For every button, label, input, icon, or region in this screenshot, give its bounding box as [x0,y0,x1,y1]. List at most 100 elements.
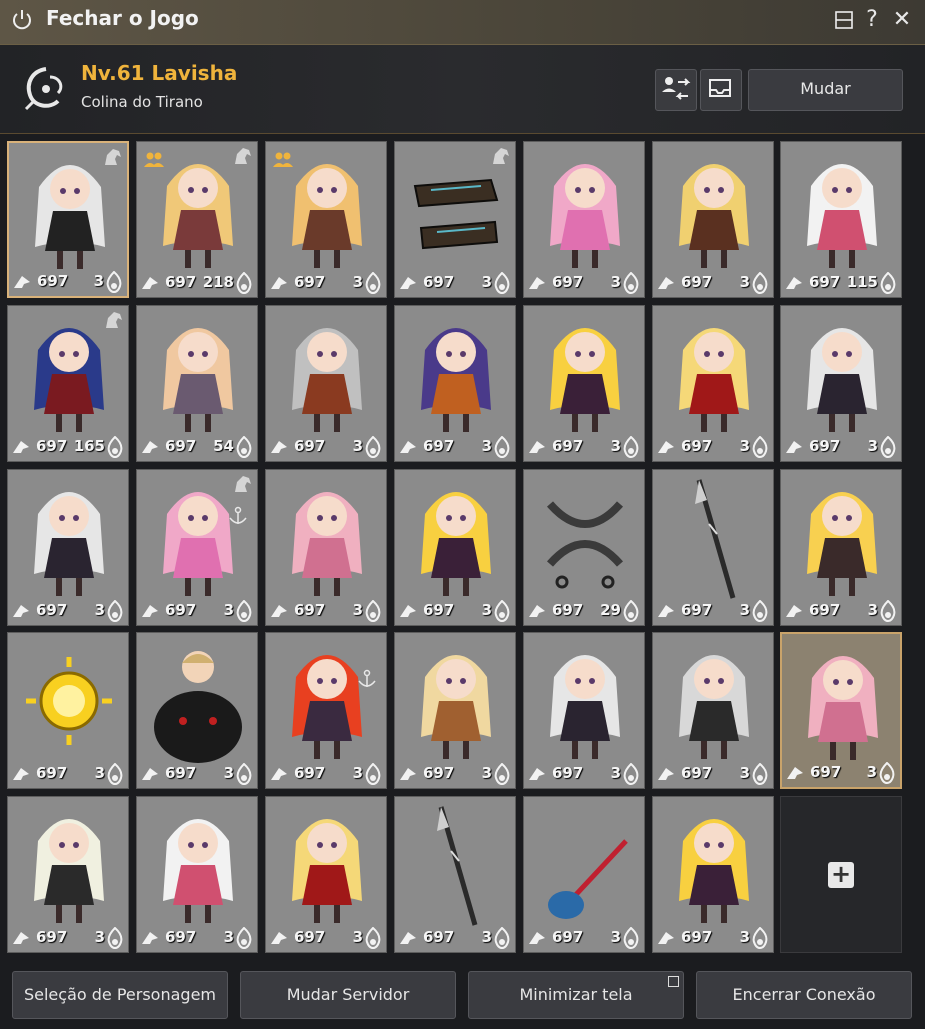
item-level: 697 [552,764,584,782]
item-level: 697 [681,437,713,455]
character-slot[interactable]: 697 3 [265,305,387,462]
add-character-slot[interactable]: + [780,796,902,953]
power-icon[interactable] [10,8,34,32]
character-level: 165 [73,437,105,455]
character-stats: 697 3 [266,924,386,952]
character-slot[interactable]: 697 3 [7,469,129,626]
character-slot[interactable]: 697 218 [136,141,258,298]
change-button[interactable]: Mudar [748,69,903,111]
title-bar: Fechar o Jogo ? ✕ [0,0,925,45]
character-slot[interactable]: 697 3 [523,141,645,298]
item-level-icon [271,932,287,944]
item-level-icon [529,768,545,780]
character-slot[interactable]: 697 3 [136,469,258,626]
item-level: 697 [36,928,68,946]
select-character-button[interactable]: Seleção de Personagem [12,971,228,1019]
character-stats: 697 3 [8,760,128,788]
character-portrait-icon [292,164,362,268]
mount-icon [106,312,122,328]
layout-icon[interactable] [832,8,856,32]
item-level-icon [271,277,287,289]
character-slot[interactable]: 697 3 [780,305,902,462]
character-slot[interactable]: 697 3 [394,632,516,789]
spear-icon [437,806,478,926]
close-icon[interactable]: ✕ [890,8,914,32]
item-level-icon [658,932,674,944]
item-level-icon [400,768,416,780]
character-level: 3 [610,928,621,946]
character-slot[interactable]: 697 3 [652,305,774,462]
item-level-icon [13,768,29,780]
rested-flame-icon [107,436,123,458]
class-emblem-icon [24,67,63,111]
beast-character-icon [154,651,242,763]
anchor-icon [358,669,376,687]
item-level-icon [142,768,158,780]
character-slot[interactable]: 697 54 [136,305,258,462]
character-level: 3 [739,764,750,782]
rested-flame-icon [236,600,252,622]
rested-flame-icon [494,600,510,622]
footer-bar: Seleção de Personagem Mudar Servidor Min… [0,961,925,1029]
character-stats: 697 218 [137,269,257,297]
character-stats: 697 3 [137,760,257,788]
character-level: 3 [223,764,234,782]
character-slot[interactable]: 697 3 [523,632,645,789]
mount-icon [493,148,509,164]
character-slot[interactable]: 697 29 [523,469,645,626]
character-slot[interactable]: 697 3 [136,632,258,789]
character-slot[interactable]: 697 3 [265,796,387,953]
mount-icon [105,149,121,165]
character-slot[interactable]: 697 3 [394,469,516,626]
character-level: 3 [352,437,363,455]
window-title[interactable]: Fechar o Jogo [46,6,199,30]
character-slot[interactable]: 697 3 [136,796,258,953]
character-stats: 697 3 [8,597,128,625]
character-stats: 697 3 [395,269,515,297]
item-level-icon [13,932,29,944]
character-slot[interactable]: 697 165 [7,305,129,462]
character-stats: 697 3 [524,269,644,297]
character-slot[interactable]: 697 3 [523,796,645,953]
character-slot[interactable]: 697 3 [394,305,516,462]
character-slot[interactable]: 697 3 [780,632,902,789]
swap-character-button[interactable] [655,69,697,111]
character-slot[interactable]: 697 3 [265,141,387,298]
character-stats: 697 3 [653,760,773,788]
inbox-button[interactable] [700,69,742,111]
character-slot[interactable]: 697 3 [265,469,387,626]
character-stats: 697 3 [137,597,257,625]
character-portrait-icon [807,328,877,432]
rested-flame-icon [752,927,768,949]
character-slot[interactable]: 697 3 [265,632,387,789]
character-slot[interactable]: 697 3 [652,632,774,789]
character-stats: 697 3 [781,433,901,461]
item-level-icon [658,605,674,617]
character-level: 3 [352,601,363,619]
character-slot[interactable]: 697 3 [7,796,129,953]
inbox-icon [709,79,731,97]
character-portrait-icon [550,164,620,268]
character-slot[interactable]: 697 3 [523,305,645,462]
character-slot[interactable]: 697 3 [7,632,129,789]
character-slot[interactable]: 697 3 [652,141,774,298]
crystal-staff-icon [548,839,628,919]
character-slot[interactable]: 697 3 [394,796,516,953]
disconnect-button[interactable]: Encerrar Conexão [696,971,912,1019]
rested-flame-icon [879,762,895,784]
character-slot[interactable]: 697 3 [7,141,129,298]
change-server-button[interactable]: Mudar Servidor [240,971,456,1019]
character-slot[interactable]: 697 115 [780,141,902,298]
character-level: 115 [846,273,878,291]
character-slot[interactable]: 697 3 [652,796,774,953]
character-stats: 697 3 [266,269,386,297]
character-slot[interactable]: 697 3 [780,469,902,626]
character-portrait-icon [679,819,749,923]
help-icon[interactable]: ? [860,8,884,32]
item-level: 697 [165,764,197,782]
party-icon [144,152,164,167]
rested-flame-icon [623,763,639,785]
minimize-button[interactable]: Minimizar tela [468,971,684,1019]
character-slot[interactable]: 697 3 [652,469,774,626]
character-slot[interactable]: 697 3 [394,141,516,298]
